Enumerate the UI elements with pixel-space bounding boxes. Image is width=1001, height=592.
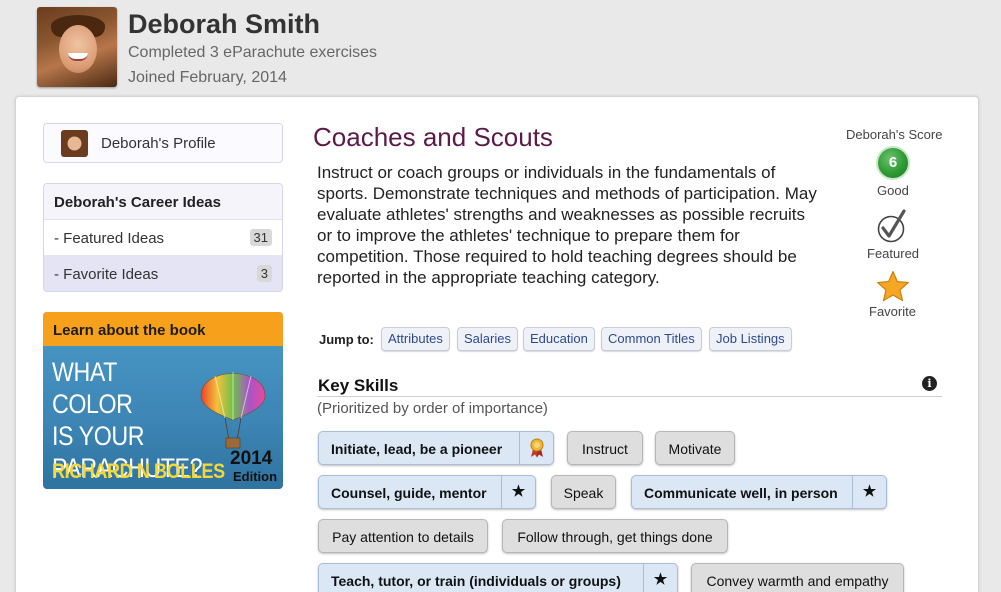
featured-label: Featured	[867, 246, 920, 261]
skill-label: Communicate well, in person	[644, 485, 838, 501]
career-ideas-box: Deborah's Career Ideas - Featured Ideas …	[43, 183, 283, 292]
skill-chip[interactable]: Initiate, lead, be a pioneer	[318, 431, 554, 465]
skill-chip[interactable]: Follow through, get things done	[502, 519, 728, 553]
score-label: Deborah's Score	[846, 127, 943, 142]
key-skills-subtitle: (Prioritized by order of importance)	[317, 400, 548, 417]
divider	[317, 396, 942, 397]
favorite-label: Favorite	[869, 304, 916, 319]
skill-chip[interactable]: Motivate	[655, 431, 735, 465]
career-ideas-heading: Deborah's Career Ideas	[44, 184, 282, 220]
book-year: 2014	[230, 448, 273, 469]
avatar-face	[59, 25, 97, 73]
count-badge: 3	[256, 265, 272, 282]
info-icon[interactable]: i	[922, 376, 937, 391]
jump-to-label: Jump to:	[319, 332, 374, 347]
career-description: Instruct or coach groups or individuals …	[317, 163, 817, 287]
skill-label: Counsel, guide, mentor	[331, 485, 487, 501]
skill-label: Instruct	[582, 441, 628, 457]
page-header: Deborah Smith Completed 3 eParachute exe…	[0, 0, 1001, 96]
star-icon: ★	[643, 564, 677, 592]
book-promo[interactable]: Learn about the book WHAT COLOR IS YOUR …	[43, 312, 283, 489]
skill-chip[interactable]: Pay attention to details	[318, 519, 488, 553]
sidebar-item-label: - Featured Ideas	[54, 230, 165, 247]
skill-chip[interactable]: Convey warmth and empathy	[691, 563, 904, 592]
skill-label: Follow through, get things done	[517, 529, 713, 545]
score-badge: 6	[876, 146, 910, 180]
favorite-star-icon[interactable]	[876, 270, 910, 303]
jump-link-salaries[interactable]: Salaries	[457, 327, 518, 351]
skill-label: Pay attention to details	[332, 529, 474, 545]
skill-label: Convey warmth and empathy	[706, 573, 889, 589]
exercises-completed: Completed 3 eParachute exercises	[128, 44, 378, 61]
featured-checkmark-icon[interactable]	[876, 208, 908, 244]
profile-link[interactable]: Deborah's Profile	[43, 123, 283, 163]
book-promo-heading[interactable]: Learn about the book	[43, 312, 283, 346]
sidebar-item-label: - Favorite Ideas	[54, 266, 159, 283]
skill-chip[interactable]: Speak	[551, 475, 616, 509]
award-icon	[519, 432, 553, 464]
jump-link-job-listings[interactable]: Job Listings	[709, 327, 792, 351]
skill-chip[interactable]: Instruct	[567, 431, 643, 465]
star-icon: ★	[852, 476, 886, 508]
jump-link-common-titles[interactable]: Common Titles	[601, 327, 702, 351]
join-date: Joined February, 2014	[128, 69, 287, 86]
key-skills-title: Key Skills	[318, 376, 399, 395]
skill-label: Speak	[563, 485, 604, 501]
profile-avatar-icon	[61, 130, 88, 157]
jump-link-attributes[interactable]: Attributes	[381, 327, 450, 351]
user-name: Deborah Smith	[128, 9, 321, 39]
career-title: Coaches and Scouts	[313, 122, 553, 152]
skill-label: Initiate, lead, be a pioneer	[331, 441, 503, 457]
count-badge: 31	[249, 229, 272, 246]
jump-link-education[interactable]: Education	[523, 327, 595, 351]
skill-label: Motivate	[668, 441, 722, 457]
sidebar-item-featured-ideas[interactable]: - Featured Ideas 31	[44, 220, 282, 256]
user-avatar[interactable]	[37, 7, 117, 87]
profile-link-label: Deborah's Profile	[101, 135, 216, 152]
book-title-line: WHAT COLOR	[52, 357, 133, 419]
skill-chip[interactable]: Teach, tutor, or train (individuals or g…	[318, 563, 678, 592]
skill-chip[interactable]: Communicate well, in person ★	[631, 475, 887, 509]
score-rating: Good	[877, 183, 909, 198]
skill-label: Teach, tutor, or train (individuals or g…	[331, 573, 621, 589]
skill-chip[interactable]: Counsel, guide, mentor ★	[318, 475, 536, 509]
book-author: RICHARD N BOLLES	[52, 460, 225, 483]
book-edition: Edition	[233, 469, 278, 484]
star-icon: ★	[501, 476, 535, 508]
parachute-balloon-icon	[200, 372, 266, 449]
book-title-line: IS YOUR	[52, 421, 145, 451]
sidebar-item-favorite-ideas[interactable]: - Favorite Ideas 3	[44, 256, 282, 291]
